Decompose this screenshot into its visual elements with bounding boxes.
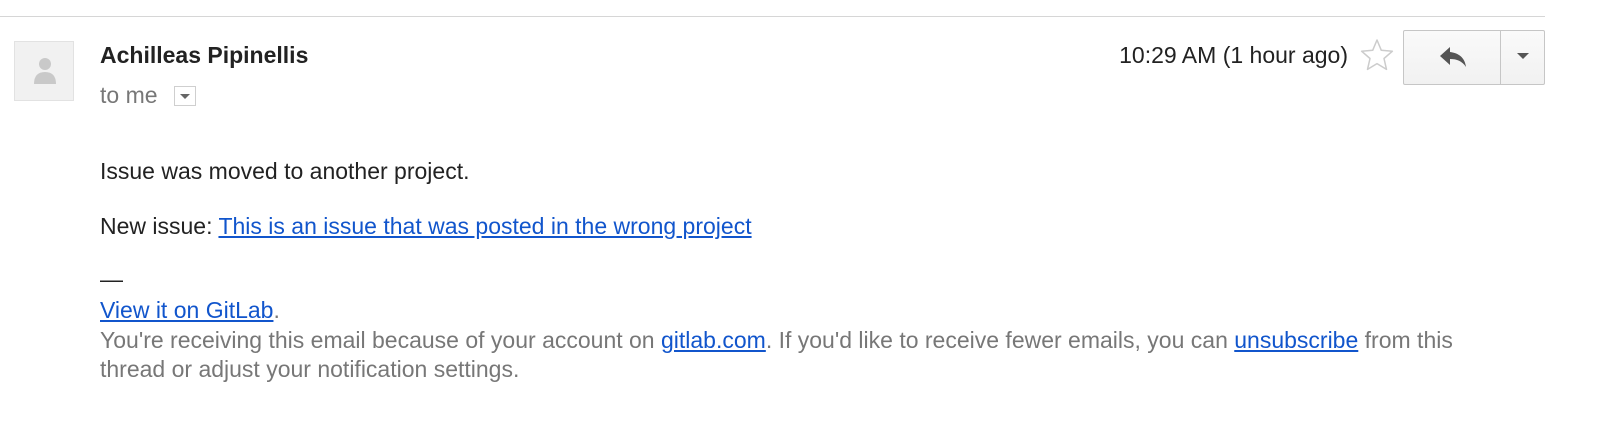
avatar[interactable]: [14, 41, 74, 101]
new-issue-link[interactable]: This is an issue that was posted in the …: [218, 213, 751, 239]
person-icon: [34, 58, 56, 84]
new-issue-line: New issue: This is an issue that was pos…: [100, 213, 752, 240]
footer-text-1: You're receiving this email because of y…: [100, 327, 661, 353]
signature-separator: —: [100, 266, 123, 292]
footer-text-2: . If you'd like to receive fewer emails,…: [765, 327, 1235, 353]
more-actions-button[interactable]: [1501, 31, 1544, 84]
star-button[interactable]: [1360, 38, 1394, 72]
recipient-label: to me: [100, 82, 158, 108]
new-issue-prefix: New issue:: [100, 213, 219, 239]
reply-button[interactable]: [1404, 31, 1501, 84]
sender-name[interactable]: Achilleas Pipinellis: [100, 42, 308, 69]
view-on-gitlab-link[interactable]: View it on GitLab: [100, 297, 273, 323]
email-message-view: Achilleas Pipinellis to me 10:29 AM (1 h…: [0, 0, 1598, 430]
view-suffix: .: [273, 297, 280, 323]
reply-button-group: [1403, 30, 1545, 85]
show-details-dropdown[interactable]: [174, 86, 196, 106]
message-intro: Issue was moved to another project.: [100, 158, 470, 184]
notification-footer: You're receiving this email because of y…: [100, 326, 1520, 384]
gitlab-domain-link[interactable]: gitlab.com: [661, 327, 766, 353]
view-on-gitlab-line: View it on GitLab.: [100, 297, 280, 324]
unsubscribe-link[interactable]: unsubscribe: [1234, 327, 1358, 353]
divider: [0, 16, 1545, 17]
star-outline-icon: [1360, 39, 1394, 71]
reply-arrow-icon: [1440, 47, 1466, 67]
message-timestamp: 10:29 AM (1 hour ago): [1119, 42, 1348, 68]
